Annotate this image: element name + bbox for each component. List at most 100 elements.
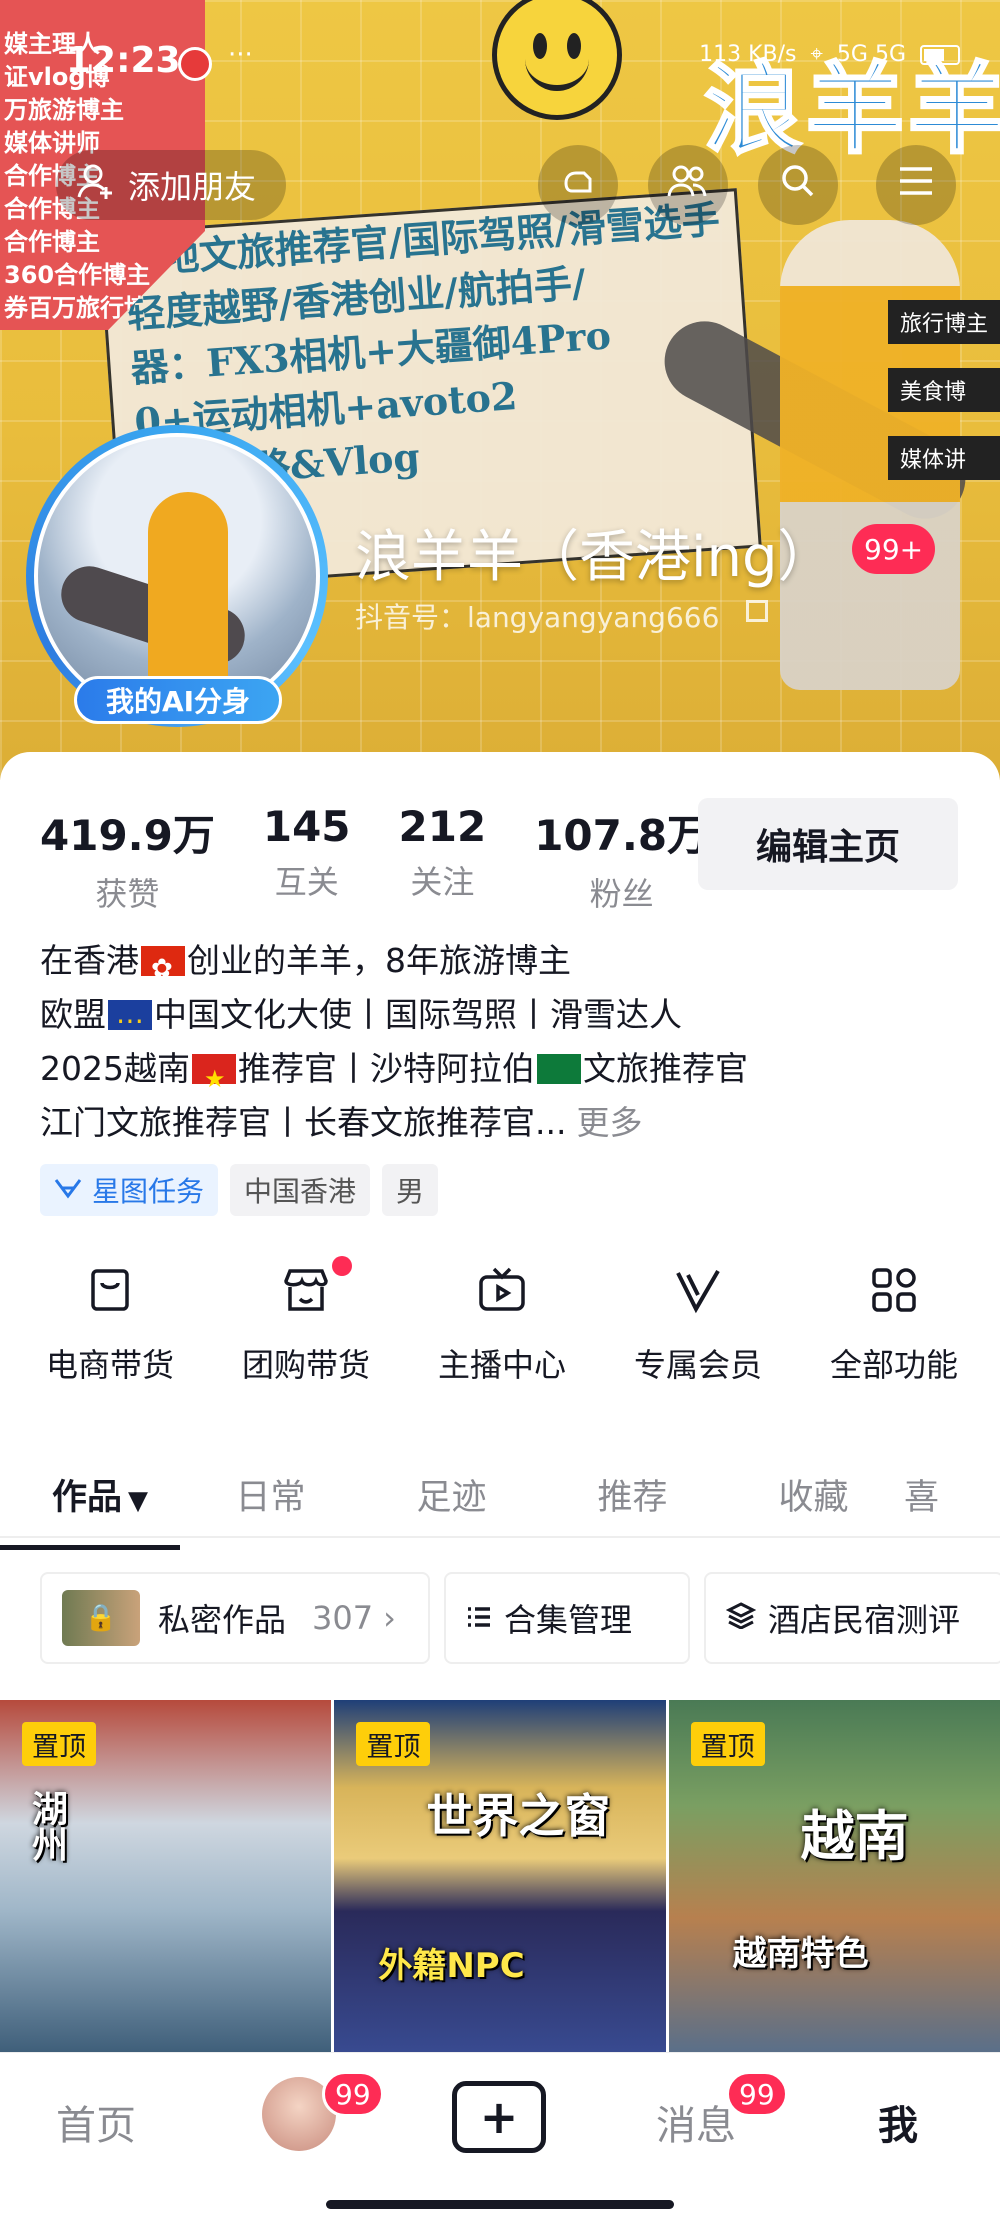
nickname-badge[interactable]: 99+ (852, 524, 936, 574)
stat-value: 212 (398, 802, 487, 851)
stat-mutual[interactable]: 145 互关 (263, 802, 351, 915)
tab-works[interactable]: 作品 ▼ (0, 1469, 180, 1550)
post-subtitle: 越南特色 (732, 1934, 869, 1974)
v-badge-icon (670, 1262, 726, 1318)
function-label: 电商带货 (45, 1346, 174, 1384)
stat-following[interactable]: 212 关注 (399, 802, 487, 915)
friends-button[interactable] (648, 145, 728, 225)
friends-badge: 99 (322, 2071, 384, 2117)
tab-daily[interactable]: 日常 (180, 1469, 361, 1520)
profile-nickname: 浪羊羊（香港ing） (355, 525, 834, 590)
works-grid: 置顶 湖州 置顶 世界之窗 外籍NPC 置顶 越南 越南特色 (0, 1700, 1000, 2052)
bio-text: 在香港 (40, 941, 139, 980)
tab-recommend[interactable]: 推荐 (542, 1469, 723, 1520)
bio-line: 2025越南 推荐官丨沙特阿拉伯 文旅推荐官 (40, 1042, 970, 1106)
side-tag: 媒体讲 (887, 436, 1000, 480)
edit-profile-button[interactable]: 编辑主页 (698, 798, 958, 890)
lock-icon: 🔒 (62, 1590, 140, 1646)
location-icon: ⌖ (810, 42, 823, 67)
visitor-button[interactable] (538, 145, 618, 225)
search-button[interactable] (758, 145, 838, 225)
tag-label: 星图任务 (92, 1175, 205, 1208)
grid-icon (866, 1262, 922, 1318)
tab-favorites[interactable]: 收藏 (723, 1469, 904, 1520)
location-tag[interactable]: 中国香港 (230, 1164, 371, 1216)
list-icon (466, 1599, 492, 1637)
nav-home[interactable]: 首页 (56, 2093, 136, 2151)
function-row: 电商带货 团购带货 主播中心 专属会员 全部功能 (0, 1256, 1000, 1386)
saudi-flag-icon (536, 1054, 581, 1084)
all-functions-button[interactable]: 全部功能 (796, 1262, 992, 1386)
douyin-id[interactable]: 抖音号：langyangyang666 (355, 596, 719, 636)
collection-manage-chip[interactable]: 合集管理 (444, 1572, 690, 1664)
users-icon (666, 161, 710, 210)
post-thumbnail[interactable]: 置顶 越南 越南特色 (668, 1700, 1000, 2052)
qr-code-icon[interactable] (746, 600, 768, 622)
stat-value: 419.9万 (40, 811, 215, 860)
signal-label: 5G 5G (836, 42, 906, 67)
vietnam-flag-icon (191, 1052, 236, 1106)
add-friend-button[interactable]: 添加朋友 (56, 150, 287, 220)
ecommerce-button[interactable]: 电商带货 (12, 1262, 208, 1386)
private-works-chip[interactable]: 🔒 私密作品 307 › (40, 1572, 430, 1664)
star-task-tag[interactable]: 星图任务 (40, 1164, 219, 1216)
bio-more-link[interactable]: 更多 (576, 1103, 642, 1142)
bio-line: 在香港 创业的羊羊，8年旅游博主 (40, 934, 970, 996)
membership-button[interactable]: 专属会员 (600, 1262, 796, 1386)
battery-icon (920, 44, 960, 65)
profile-tags: 星图任务 中国香港 男 (40, 1164, 439, 1216)
star-map-icon (54, 1174, 82, 1207)
post-title: 湖州 (26, 1790, 67, 1862)
gender-tag: 男 (382, 1164, 439, 1216)
bio-text: 创业的羊羊，8年旅游博主 (187, 941, 571, 980)
tv-icon (474, 1262, 530, 1318)
bio-text: 欧盟 (40, 995, 106, 1034)
status-time: 12:23 (66, 40, 181, 81)
bio-line: 江门文旅推荐官丨长春文旅推荐官... 更多 (40, 1096, 970, 1150)
stat-likes[interactable]: 419.9万 获赞 (40, 802, 215, 915)
side-tag: 旅行博主 (887, 300, 1000, 344)
ai-clone-tag[interactable]: 我的AI分身 (74, 676, 282, 724)
function-label: 团购带货 (241, 1346, 370, 1384)
store-icon (278, 1262, 334, 1318)
network-speed: 113 KB/s (699, 42, 797, 67)
bottom-nav: 首页 99 + 消息 99 我 (0, 2052, 1000, 2222)
stats-row: 419.9万 获赞 145 互关 212 关注 107.8万 粉丝 (40, 802, 757, 915)
notification-dot (332, 1256, 352, 1276)
stat-label: 粉丝 (589, 875, 654, 913)
post-subtitle: 外籍NPC (378, 1946, 525, 1986)
footprint-icon (558, 161, 598, 210)
search-icon (778, 161, 818, 210)
nav-me[interactable]: 我 (878, 2093, 918, 2151)
group-buy-button[interactable]: 团购带货 (208, 1256, 404, 1386)
notification-icon (178, 47, 212, 81)
pinned-badge: 置顶 (22, 1722, 96, 1766)
tab-label: 作品 (52, 1477, 123, 1518)
bio-text: 江门文旅推荐官丨长春文旅推荐官... (40, 1103, 567, 1142)
profile-panel: 419.9万 获赞 145 互关 212 关注 107.8万 粉丝 编辑主页 在… (0, 752, 1000, 2052)
messages-badge: 99 (726, 2071, 788, 2117)
stat-label: 获赞 (95, 875, 160, 913)
red-tag-line: 合作博主 (4, 228, 100, 256)
eu-flag-icon (108, 994, 152, 1048)
post-thumbnail[interactable]: 置顶 湖州 (0, 1700, 332, 2052)
tab-footprint[interactable]: 足迹 (361, 1469, 542, 1520)
chip-label: 私密作品 (158, 1601, 287, 1639)
function-label: 全部功能 (829, 1346, 958, 1384)
more-status-icon: ··· (228, 40, 253, 70)
menu-button[interactable] (876, 145, 956, 225)
post-thumbnail[interactable]: 置顶 世界之窗 外籍NPC (334, 1700, 666, 2052)
stat-followers[interactable]: 107.8万 粉丝 (534, 802, 709, 915)
bio-line: 欧盟 中国文化大使丨国际驾照丨滑雪达人 (40, 988, 970, 1048)
shopping-bag-icon (82, 1262, 138, 1318)
streamer-center-button[interactable]: 主播中心 (404, 1262, 600, 1386)
post-title: 世界之窗 (426, 1789, 611, 1843)
nav-messages[interactable]: 消息 (656, 2093, 736, 2151)
home-indicator[interactable] (326, 2200, 674, 2209)
create-button[interactable]: + (452, 2081, 546, 2153)
hotel-review-chip[interactable]: 酒店民宿测评 (704, 1572, 1000, 1664)
hong-kong-flag-icon (141, 942, 185, 996)
tab-likes[interactable]: 喜 (904, 1469, 964, 1520)
profile-bio[interactable]: 在香港 创业的羊羊，8年旅游博主 欧盟 中国文化大使丨国际驾照丨滑雪达人 2025越… (40, 934, 970, 1150)
status-right: 113 KB/s ⌖ 5G 5G (699, 42, 960, 67)
